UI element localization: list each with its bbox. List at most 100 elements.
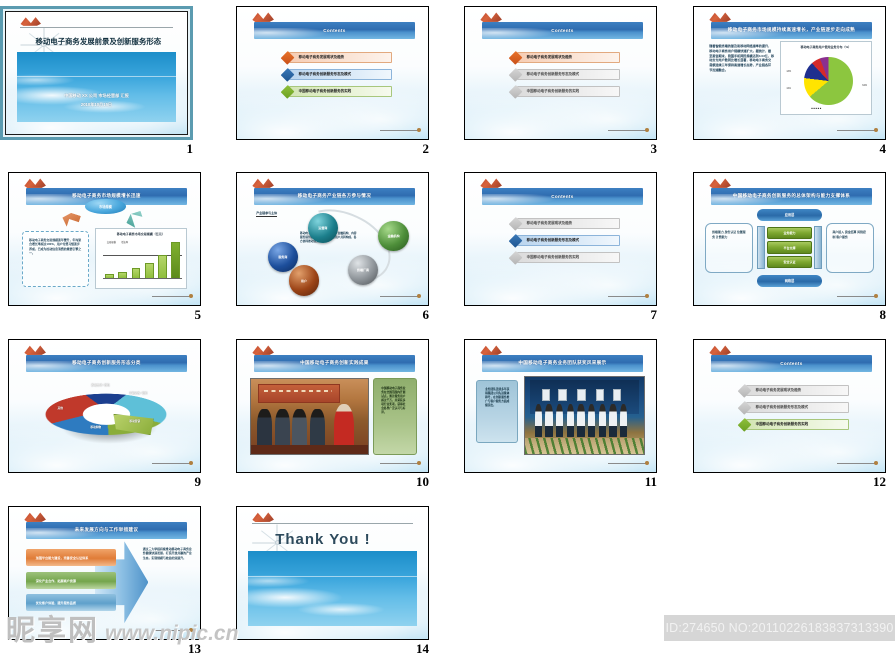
slide-title-bar: Contents: [482, 187, 643, 205]
footer-decoration: [608, 128, 650, 133]
photo-floor: [251, 444, 368, 454]
slide-cell-9[interactable]: 移动电子商务创新服务形态分类 移动支付 / 钱包 手机证券 / 银行 移动营销 …: [8, 339, 222, 504]
chart-title: 移动电子商务用户使用业务分布（%）: [800, 45, 852, 50]
slide-thumbnail-11[interactable]: 中国移动电子商务业务团队获奖风采展示 业务团队连续多年获得集团公司先进集体称号，…: [464, 339, 657, 473]
capability-stack: 业务能力 平台支撑 安全认证: [766, 226, 813, 270]
footer-decoration: [152, 461, 194, 466]
cover-subtitle-2: 2010年10月15日: [80, 102, 113, 108]
contents-item-3[interactable]: 中国移动电子商务创新服务的实践: [280, 84, 392, 99]
pie-label-1: 13%: [786, 69, 792, 73]
slide-cell-7[interactable]: Contents 移动电子商务发展现状及趋势 移动电子商务创新服务形态及模式 中…: [464, 172, 678, 337]
slide-cell-12[interactable]: Contents 移动电子商务发展现状及趋势 移动电子商务创新服务形态及模式 中…: [693, 339, 895, 504]
slide-thumbnail-8[interactable]: 中国移动电子商务创新服务的总体架构与能力支撑体系 应用层 网络层 终端能力 身份…: [693, 172, 886, 306]
slide-cell-10[interactable]: 中国移动电子商务创新实践成果 中国移动电子商务业务在全国范围内开展试点，累计服务…: [236, 339, 450, 504]
footer-decoration: [837, 461, 879, 466]
slide-cell-1[interactable]: 移动电子商务发展前景及创新服务形态 中国移动 XX 公司 市场经营部 汇报 20…: [0, 6, 214, 171]
contents-item-1[interactable]: 移动电子商务发展现状及趋势: [737, 383, 849, 398]
contents-item-1[interactable]: 移动电子商务发展现状及趋势: [508, 50, 620, 65]
horizon-line: [248, 576, 417, 578]
slide-number: 3: [650, 141, 658, 156]
contents-item-3[interactable]: 中国移动电子商务创新服务的实践: [508, 84, 620, 99]
horizon-line: [16, 75, 177, 77]
donut-label-5: 其他: [57, 406, 63, 410]
slide-thumbnail-5[interactable]: 移动电子商务市场规模增长迅速 市场规模 移动电子商务交易规模逐年攀升，年均复合增…: [8, 172, 201, 306]
stack-row-2: 平台支撑: [766, 241, 813, 254]
right-panel-text: 商户接入 资金结算 风险控制 客户服务: [825, 223, 874, 274]
contents-item-label: 移动电子商务创新服务形态及模式: [755, 405, 809, 410]
contents-item-3[interactable]: 中国移动电子商务创新服务的实践: [508, 250, 620, 265]
side-fin-left: [757, 225, 765, 270]
slide-thumbnail-12[interactable]: Contents 移动电子商务发展现状及趋势 移动电子商务创新服务形态及模式 中…: [693, 339, 886, 473]
layer-cap-top: 应用层: [757, 208, 822, 221]
slide-title: 移动电子商务产业链各方参与情况: [297, 193, 372, 199]
contents-item-2[interactable]: 移动电子商务创新服务形态及模式: [737, 400, 849, 415]
watermark-site-name: 昵享网: [6, 615, 100, 647]
node-sphere-1[interactable]: 运营商: [307, 212, 339, 243]
slide-thumbnail-14[interactable]: Thank You !: [236, 506, 429, 640]
contents-item-2[interactable]: 移动电子商务创新服务形态及模式: [508, 67, 620, 82]
photo-person: [545, 404, 553, 437]
image-id-banner: ID:274650 NO:20110226183837313390: [664, 615, 895, 641]
thank-you-text: Thank You !: [275, 530, 371, 548]
footer-decoration: [837, 294, 879, 299]
slide-number: 1: [186, 141, 194, 156]
slide-number: 9: [194, 474, 202, 489]
slide-title: 未来发展方向与工作举措建议: [74, 527, 139, 533]
slide-thumbnail-1[interactable]: 移动电子商务发展前景及创新服务形态 中国移动 XX 公司 市场经营部 汇报 20…: [0, 6, 193, 140]
contents-item-label: 移动电子商务发展现状及趋势: [526, 54, 573, 59]
slide-title: 中国移动电子商务业务团队获奖风采展示: [518, 360, 607, 366]
photo-plants: [525, 438, 644, 454]
pie-legend: ■ ■ ■ ■ ■: [811, 106, 822, 110]
slide-body-text: 通过三大举措持续推动移动电子商务业务健康快速发展，打造开放共赢的产业生态，实现规…: [142, 546, 192, 560]
slide-number: 12: [873, 474, 886, 489]
slide-thumbnail-7[interactable]: Contents 移动电子商务发展现状及趋势 移动电子商务创新服务形态及模式 中…: [464, 172, 657, 306]
photo-person: [566, 404, 574, 437]
slide-cell-3[interactable]: Contents 移动电子商务发展现状及趋势 移动电子商务创新服务形态及模式 中…: [464, 6, 678, 171]
slide-body-text: 随着智能终端的普及和移动网络速率的提升，移动电子商务用户规模快速扩大。据统计，截…: [709, 43, 775, 72]
contents-item-1[interactable]: 移动电子商务发展现状及趋势: [280, 50, 392, 65]
slide-title: Contents: [551, 27, 574, 33]
node-sphere-2[interactable]: 金融机构: [378, 220, 409, 251]
cover-photo: 中国移动 XX 公司 市场经营部 汇报 2010年10月15日: [16, 52, 177, 122]
contents-item-label: 移动电子商务发展现状及趋势: [755, 387, 802, 392]
contents-item-2[interactable]: 移动电子商务创新服务形态及模式: [280, 67, 392, 82]
group-photo: [524, 375, 645, 455]
slide-thumbnail-4[interactable]: 移动电子商务市场规模持续高速增长，产业链逐步走向成熟 随着智能终端的普及和移动网…: [693, 6, 886, 140]
slide-cell-4[interactable]: 移动电子商务市场规模持续高速增长，产业链逐步走向成熟 随着智能终端的普及和移动网…: [693, 6, 895, 171]
pie-chart-panel: 移动电子商务用户使用业务分布（%） 13% 11% 64% ■ ■ ■ ■ ■: [779, 41, 872, 116]
slide-number: 7: [650, 307, 658, 322]
photo-certificate: [558, 388, 567, 402]
slide-thumbnail-10[interactable]: 中国移动电子商务创新实践成果 中国移动电子商务业务在全国范围内开展试点，累计服务…: [236, 339, 429, 473]
photo-certificate: [596, 388, 605, 402]
slide-cell-11[interactable]: 中国移动电子商务业务团队获奖风采展示 业务团队连续多年获得集团公司先进集体称号，…: [464, 339, 678, 504]
stack-row-1: 业务能力: [766, 226, 813, 240]
bar-2010: [171, 242, 181, 279]
slide-thumbnail-9[interactable]: 移动电子商务创新服务形态分类 移动支付 / 钱包 手机证券 / 银行 移动营销 …: [8, 339, 201, 473]
slide-note-text: 中国移动电子商务业务在全国范围内开展试点，累计服务用户超过千万，并荣获多项行业奖…: [372, 378, 417, 455]
contents-item-1[interactable]: 移动电子商务发展现状及趋势: [508, 216, 620, 231]
footer-decoration: [608, 461, 650, 466]
photo-person: [534, 404, 542, 437]
contents-item-2[interactable]: 移动电子商务创新服务形态及模式: [508, 233, 620, 248]
side-fin-right: [814, 225, 822, 270]
footer-decoration: [608, 294, 650, 299]
pie-label-3: 64%: [862, 84, 868, 88]
slide-cell-2[interactable]: Contents 移动电子商务发展现状及趋势 移动电子商务创新服务形态及模式 中…: [236, 6, 450, 171]
slide-thumbnail-6[interactable]: 移动电子商务产业链各方参与情况 产业链参与主体 移动电子商务产业链由运营商、金融…: [236, 172, 429, 306]
contents-item-3[interactable]: 中国移动电子商务创新服务的实践: [737, 417, 849, 432]
donut-label-4: 移动购物: [90, 426, 102, 430]
slide-thumbnail-2[interactable]: Contents 移动电子商务发展现状及趋势 移动电子商务创新服务形态及模式 中…: [236, 6, 429, 140]
slide-thumbnail-3[interactable]: Contents 移动电子商务发展现状及趋势 移动电子商务创新服务形态及模式 中…: [464, 6, 657, 140]
contents-item-label: 移动电子商务创新服务形态及模式: [526, 72, 580, 77]
node-sphere-5[interactable]: 用户: [288, 265, 320, 296]
slide-number: 6: [422, 307, 430, 322]
slide-cell-5[interactable]: 移动电子商务市场规模增长迅速 市场规模 移动电子商务交易规模逐年攀升，年均复合增…: [8, 172, 222, 337]
bar-2008: [144, 262, 154, 279]
slide-cell-14[interactable]: Thank You ! 14: [236, 506, 450, 657]
slide-title-bar: 中国移动电子商务创新实践成果: [254, 354, 415, 372]
slide-title-bar: Contents: [482, 21, 643, 39]
slide-cell-8[interactable]: 中国移动电子商务创新服务的总体架构与能力支撑体系 应用层 网络层 终端能力 身份…: [693, 172, 895, 337]
slide-title: Contents: [780, 360, 803, 366]
slide-cell-6[interactable]: 移动电子商务产业链各方参与情况 产业链参与主体 移动电子商务产业链由运营商、金融…: [236, 172, 450, 337]
measure-box-2: 深化产业合作，拓展商户资源: [26, 571, 116, 589]
